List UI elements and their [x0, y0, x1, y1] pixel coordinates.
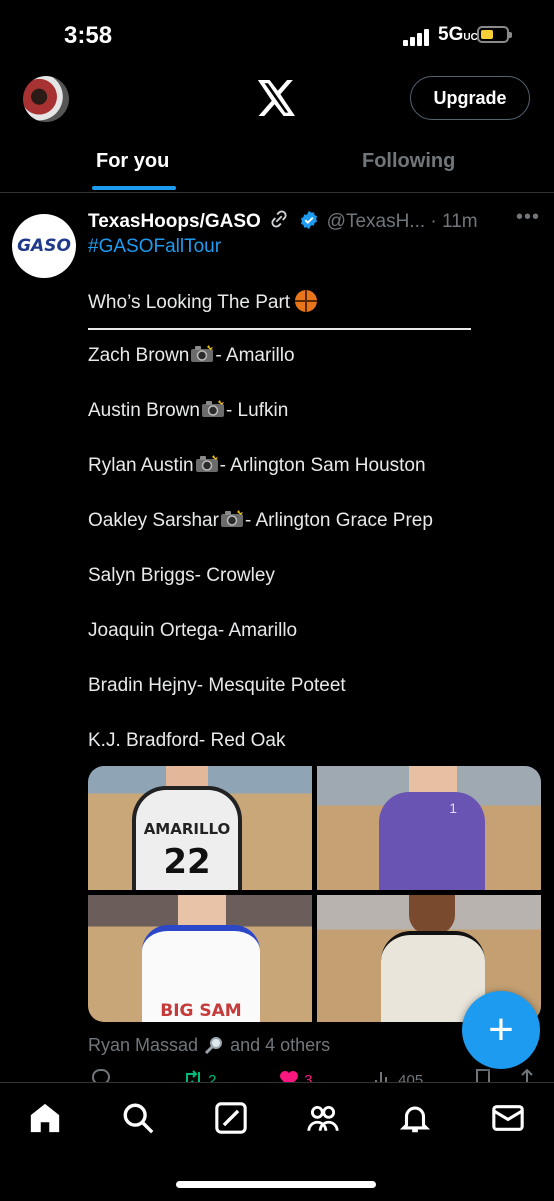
- author-name[interactable]: TexasHoops/GASO: [88, 211, 261, 232]
- grok-icon[interactable]: [214, 1101, 248, 1135]
- player-line: Bradin Hejny- Mesquite Poteet: [88, 675, 346, 696]
- active-tab-indicator: [92, 186, 176, 190]
- camera-flash-icon: [219, 510, 245, 531]
- basketball-icon: [295, 290, 318, 312]
- player-line: Zach Brown - Amarillo: [88, 345, 295, 366]
- more-options-icon[interactable]: •••: [516, 206, 540, 229]
- author-avatar[interactable]: GASO: [12, 214, 76, 278]
- author-handle[interactable]: @TexasH...: [327, 211, 425, 232]
- search-icon[interactable]: [121, 1101, 155, 1135]
- x-logo-icon[interactable]: [257, 80, 297, 116]
- plus-icon: +: [488, 1005, 514, 1054]
- camera-flash-icon: [189, 345, 215, 366]
- photo-1[interactable]: AMARILLO 22: [88, 766, 312, 890]
- divider: [88, 328, 471, 330]
- home-icon[interactable]: [28, 1101, 62, 1135]
- notifications-icon[interactable]: [398, 1101, 432, 1135]
- communities-icon[interactable]: [306, 1101, 340, 1135]
- player-line: Rylan Austin - Arlington Sam Houston: [88, 455, 426, 476]
- compose-button[interactable]: +: [462, 991, 540, 1069]
- photo-grid[interactable]: AMARILLO 22 1 BIG SAM: [88, 766, 541, 1022]
- tab-following[interactable]: Following: [362, 150, 455, 173]
- jersey-big-sam: BIG SAM: [142, 925, 260, 1022]
- jersey-lufkin: 1: [379, 792, 485, 890]
- tweet-header: TexasHoops/GASO @TexasH... · 11m: [88, 208, 548, 233]
- magnifier-emoji-icon: [205, 1037, 223, 1055]
- tweet-time[interactable]: 11m: [442, 211, 478, 232]
- messages-icon[interactable]: [491, 1101, 525, 1135]
- player-line: Joaquin Ortega- Amarillo: [88, 620, 298, 641]
- bottom-nav: [0, 1082, 554, 1201]
- photo-2[interactable]: 1: [317, 766, 541, 890]
- player-line: Oakley Sarshar - Arlington Grace Prep: [88, 510, 433, 531]
- jersey-amarillo: AMARILLO 22: [132, 786, 242, 890]
- signal-icon: [403, 28, 431, 46]
- hashtag-link[interactable]: #GASOFallTour: [88, 236, 221, 258]
- home-indicator: [176, 1181, 376, 1188]
- photo-3[interactable]: BIG SAM: [88, 895, 312, 1022]
- link-icon: [271, 210, 287, 228]
- author-avatar-text: GASO: [17, 236, 71, 256]
- status-bar: 3:58 5GUC: [0, 0, 554, 70]
- player-line: Austin Brown - Lufkin: [88, 400, 289, 421]
- player-line: Salyn Briggs- Crowley: [88, 565, 275, 586]
- network-indicator: 5GUC: [438, 24, 478, 45]
- tab-for-you[interactable]: For you: [96, 150, 169, 173]
- player-line: K.J. Bradford- Red Oak: [88, 730, 286, 751]
- profile-avatar[interactable]: [23, 76, 69, 122]
- camera-flash-icon: [194, 455, 220, 476]
- status-time: 3:58: [64, 22, 113, 49]
- camera-flash-icon: [200, 400, 226, 421]
- battery-icon: [477, 26, 512, 43]
- verified-badge-icon: [301, 210, 318, 230]
- liked-by[interactable]: Ryan Massad and 4 others: [88, 1035, 330, 1056]
- upgrade-button[interactable]: Upgrade: [410, 76, 530, 120]
- timeline-tabs: For you Following: [0, 138, 554, 193]
- header-separator: ·: [430, 211, 437, 232]
- tweet-headline: Who’s Looking The Part: [88, 290, 318, 314]
